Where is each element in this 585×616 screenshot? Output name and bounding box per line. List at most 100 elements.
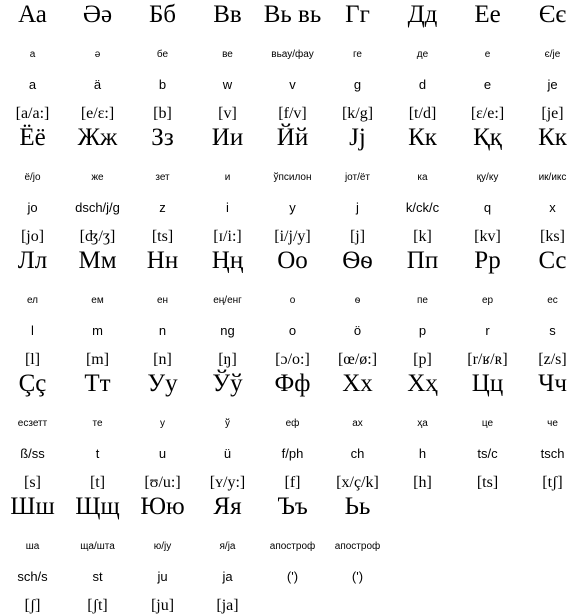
letter-name: еф <box>285 418 300 429</box>
letter-translit: ö <box>353 323 362 338</box>
letter-name: ер <box>481 295 494 306</box>
letter-cell: Тт те t [t] <box>65 369 130 492</box>
letter-name: ща/шта <box>80 541 115 552</box>
letter-glyph: Хҳ <box>407 370 438 397</box>
letter-name: ен <box>156 295 169 306</box>
letter-glyph: Рр <box>474 247 501 274</box>
letter-glyph: Ёё <box>19 124 46 151</box>
letter-ipa: [r/ʁ/ʀ] <box>467 351 508 368</box>
letter-ipa: [z/s] <box>538 351 567 368</box>
letter-translit: tsch <box>540 446 565 461</box>
letter-translit: n <box>158 323 167 338</box>
letter-translit: k/ck/c <box>405 200 440 215</box>
letter-glyph: Бб <box>148 1 177 28</box>
letter-translit: ä <box>93 77 102 92</box>
letter-translit: ng <box>220 323 235 338</box>
letter-translit: j <box>356 200 359 215</box>
letter-translit: sch/s <box>17 569 48 584</box>
letter-translit: jo <box>27 200 38 215</box>
letter-ipa: [ʃ] <box>24 597 41 614</box>
letter-cell: Јj јот/ёт j [j] <box>325 123 390 246</box>
letter-glyph: Çç <box>18 370 47 397</box>
letter-cell: Бб бе b [b] <box>130 0 195 123</box>
letter-glyph: Нн <box>146 247 179 274</box>
letter-name: че <box>547 418 558 429</box>
letter-name: ѳ <box>354 295 361 306</box>
letter-ipa: [ts] <box>476 474 499 491</box>
letter-ipa: [ʤ/ʒ] <box>79 228 116 245</box>
letter-name: зет <box>155 172 170 183</box>
letter-cell: Юю ю/jy ju [ju] <box>130 492 195 615</box>
letter-glyph: Фф <box>274 370 311 397</box>
letter-name: ю/jy <box>153 541 172 552</box>
letter-name: а <box>29 49 36 60</box>
letter-glyph: Шш <box>10 493 55 520</box>
letter-glyph: Вв <box>213 1 242 28</box>
letter-ipa: [e/ɛ:] <box>80 105 115 122</box>
letter-ipa: [ts] <box>151 228 174 245</box>
letter-ipa: [ɛ/e:] <box>470 105 505 122</box>
letter-cell: Єє є/je je [je] <box>520 0 585 123</box>
letter-translit: o <box>288 323 297 338</box>
letter-ipa: [tʃ] <box>542 474 563 491</box>
letter-ipa: [f/v] <box>278 105 307 122</box>
letter-ipa: [x/ç/k] <box>336 474 379 491</box>
letter-ipa: [jo] <box>20 228 45 245</box>
letter-translit: v <box>289 77 296 92</box>
letter-glyph: Уу <box>147 370 178 397</box>
letter-glyph: Щщ <box>75 493 120 520</box>
letter-glyph: Дд <box>407 1 438 28</box>
letter-ipa: [a/a:] <box>15 105 50 122</box>
letter-translit: l <box>31 323 34 338</box>
letter-name: є/je <box>544 49 561 60</box>
letter-name: апостроф <box>269 541 316 552</box>
letter-glyph: Ўў <box>212 370 243 397</box>
letter-translit: u <box>158 446 167 461</box>
letter-ipa: [ks] <box>540 228 565 245</box>
letter-glyph: Яя <box>213 493 242 520</box>
letter-name: ем <box>91 295 104 306</box>
letter-cell: Щщ ща/шта st [ʃt] <box>65 492 130 615</box>
letter-name: ў <box>225 418 230 429</box>
letter-translit: r <box>485 323 490 338</box>
letter-translit: h <box>418 446 427 461</box>
letter-translit: (') <box>351 569 364 584</box>
letter-translit: s <box>549 323 556 338</box>
letter-cell: Әә ә ä [e/ɛ:] <box>65 0 130 123</box>
letter-translit: x <box>549 200 556 215</box>
letter-glyph: Ққ <box>473 124 502 151</box>
letter-name: ўпсилон <box>273 172 312 183</box>
letter-ipa: [kv] <box>474 228 501 245</box>
letter-ipa: [f] <box>284 474 301 491</box>
letter-cell: Фф еф f/ph [f] <box>260 369 325 492</box>
letter-ipa: [ʃt] <box>87 597 108 614</box>
letter-translit: y <box>289 200 296 215</box>
letter-cell: Кк ик/икс x [ks] <box>520 123 585 246</box>
letter-ipa: [l] <box>24 351 41 368</box>
letter-ipa: [ʏ/y:] <box>209 474 246 491</box>
letter-glyph: Әә <box>82 1 113 28</box>
letter-ipa: [j] <box>349 228 366 245</box>
letter-translit: je <box>547 77 558 92</box>
letter-translit: g <box>353 77 362 92</box>
letter-glyph: Ии <box>211 124 244 151</box>
letter-translit: t <box>95 446 100 461</box>
letter-name: есзетт <box>17 418 48 429</box>
letter-cell: Рр ер r [r/ʁ/ʀ] <box>455 246 520 369</box>
letter-glyph: Єє <box>538 1 567 28</box>
letter-glyph: Мм <box>78 247 117 274</box>
letter-cell: Ўў ў ü [ʏ/y:] <box>195 369 260 492</box>
letter-cell: Уу у u [ʊ/u:] <box>130 369 195 492</box>
letter-glyph: Оо <box>277 247 308 274</box>
letter-name: ка <box>417 172 428 183</box>
letter-translit: ju <box>157 569 168 584</box>
letter-cell: Оо о o [ɔ/o:] <box>260 246 325 369</box>
letter-cell: Йй ўпсилон y [i/j/y] <box>260 123 325 246</box>
letter-name: ең/енг <box>213 295 242 306</box>
letter-translit: w <box>222 77 233 92</box>
letter-glyph: Кк <box>408 124 437 151</box>
letter-cell: Жж же dsch/j/g [ʤ/ʒ] <box>65 123 130 246</box>
letter-glyph: Јj <box>349 124 366 151</box>
letter-glyph: Пп <box>406 247 439 274</box>
letter-cell: Цц це ts/c [ts] <box>455 369 520 492</box>
